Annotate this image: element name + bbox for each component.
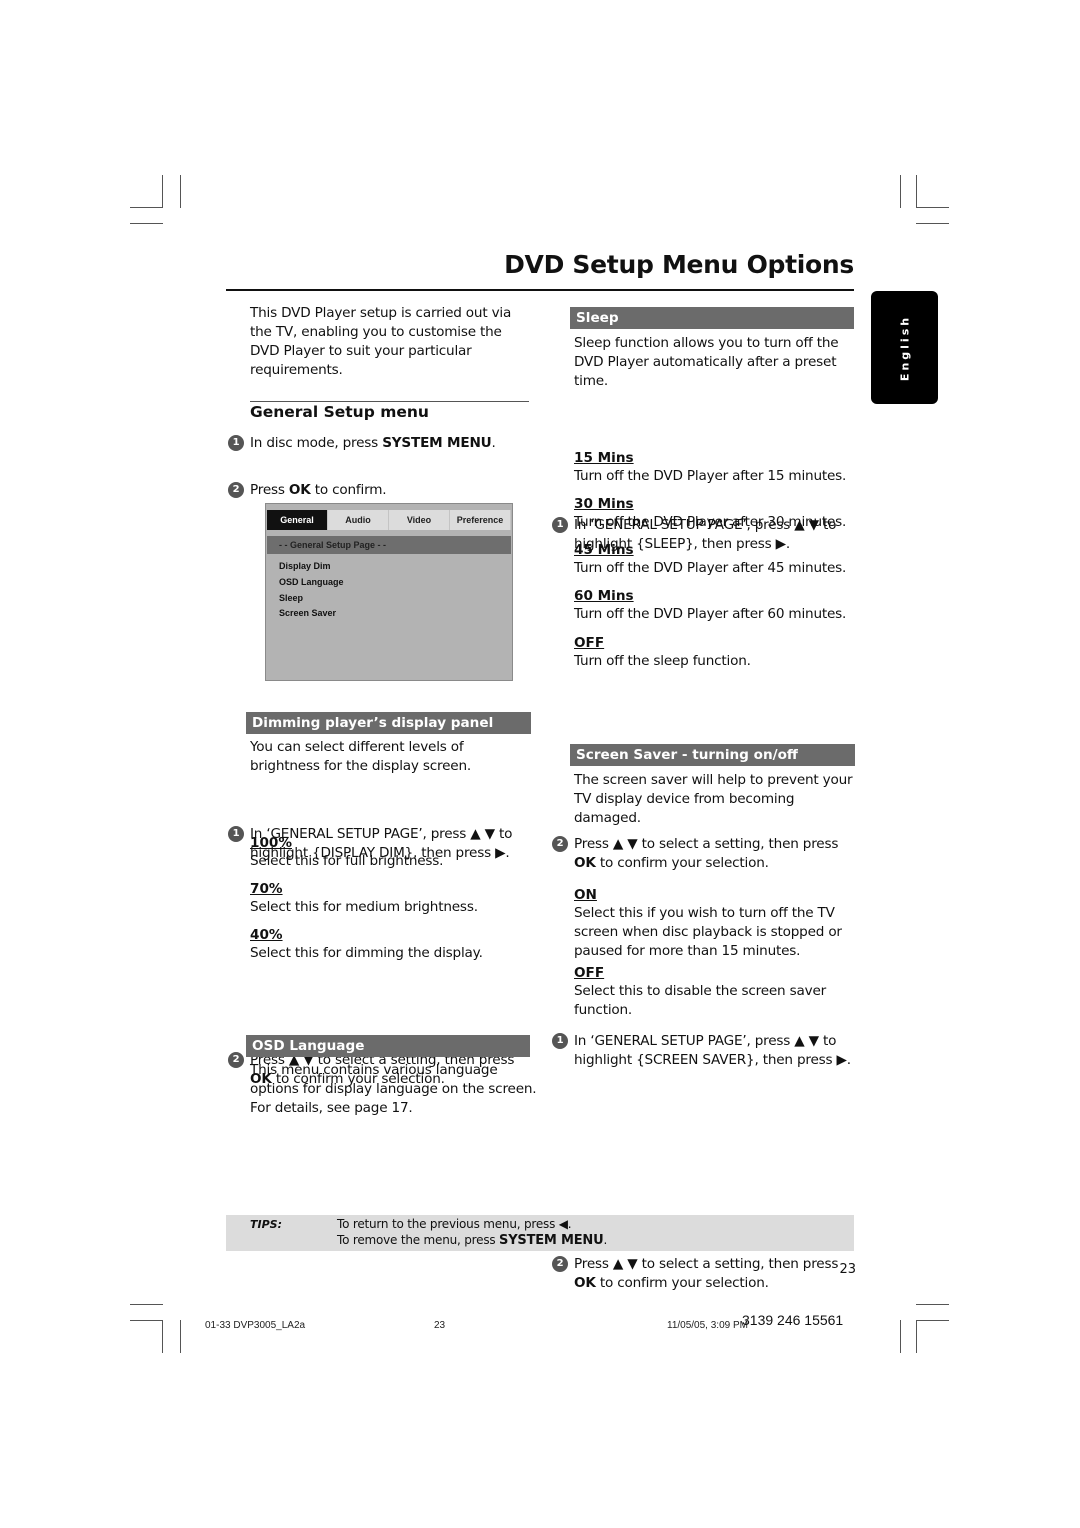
osd-tab-general: General [267,510,328,530]
dimming-option-40: 40% Select this for dimming the display. [250,927,483,961]
crop-mark [130,223,163,224]
title-rule [226,289,854,291]
sleep-option-60: 60 Mins Turn off the DVD Player after 60… [574,588,847,622]
step-number-icon: 1 [228,435,244,451]
step-number-icon: 1 [552,1033,568,1049]
dimming-option-100: 100% Select this for full brightness. [250,835,444,869]
crop-mark [130,1320,163,1321]
sleep-option-30: 30 Mins Turn off the DVD Player after 30… [574,496,847,530]
footer-code: 3139 246 15561 [742,1312,844,1328]
sleep-step-2: 2 Press ▲ ▼ to select a setting, then pr… [552,835,864,873]
dimming-intro: You can select different levels of brigh… [250,739,471,774]
osd-menu-screenshot: General Audio Video Preference - - Gener… [265,503,513,681]
general-setup-step-2: 2 Press OK to confirm. [228,481,530,500]
step-number-icon: 2 [552,1256,568,1272]
intro-text: This DVD Player setup is carried out via… [250,305,512,378]
language-tab-label: English [898,314,911,381]
crop-mark [916,175,917,208]
step-number-icon: 1 [228,826,244,842]
osd-item-screen-saver: Screen Saver [279,608,337,618]
crop-mark [180,1320,181,1353]
crop-mark [130,1304,163,1305]
sleep-intro: Sleep function allows you to turn off th… [574,335,839,389]
osd-language-text: This menu contains various language opti… [250,1062,537,1116]
dimming-heading: Dimming player’s display panel [246,712,531,734]
step-number-icon: 2 [228,482,244,498]
general-setup-step-1: 1 In disc mode, press SYSTEM MENU. [228,434,530,453]
sleep-option-off: OFF Turn off the sleep function. [574,635,751,669]
sleep-option-15: 15 Mins Turn off the DVD Player after 15… [574,450,847,484]
screen-saver-intro: The screen saver will help to prevent yo… [574,772,853,826]
crop-mark [180,175,181,208]
page-number: 23 [839,1262,856,1277]
osd-tab-video: Video [389,510,450,530]
crop-mark [162,175,163,208]
tips-box: TIPS: To return to the previous menu, pr… [226,1215,854,1251]
dimming-option-70: 70% Select this for medium brightness. [250,881,478,915]
step-number-icon: 2 [552,836,568,852]
tips-label: TIPS: [250,1218,282,1231]
step-number-icon: 1 [552,517,568,533]
crop-mark [130,207,163,208]
screen-saver-heading: Screen Saver - turning on/off [570,744,855,766]
footer-datetime: 11/05/05, 3:09 PM [667,1320,748,1331]
crop-mark [900,1320,901,1353]
screen-saver-step-1: 1 In ‘GENERAL SETUP PAGE’, press ▲ ▼ to … [552,1032,864,1070]
tips-line-2: To remove the menu, press SYSTEM MENU. [337,1233,608,1248]
crop-mark [916,207,949,208]
osd-tabs: General Audio Video Preference [267,510,511,530]
screen-saver-option-off: OFF Select this to disable the screen sa… [574,965,827,1018]
crop-mark [900,175,901,208]
crop-mark [916,223,949,224]
section-rule [250,401,529,402]
footer-file: 01-33 DVP3005_LA2a [205,1320,306,1331]
crop-mark [162,1320,163,1353]
page-title: DVD Setup Menu Options [504,250,854,279]
osd-page-header: - - General Setup Page - - [267,536,511,554]
osd-tab-audio: Audio [328,510,389,530]
osd-tab-preference: Preference [450,510,511,530]
footer-page: 23 [434,1320,446,1331]
step-number-icon: 2 [228,1052,244,1068]
osd-language-heading: OSD Language [246,1035,530,1057]
general-setup-heading: General Setup menu [250,403,429,421]
osd-item-sleep: Sleep [279,593,304,603]
sleep-heading: Sleep [570,307,854,329]
tips-line-1: To return to the previous menu, press ◀. [337,1217,572,1231]
crop-mark [916,1304,949,1305]
screen-saver-option-on: ON Select this if you wish to turn off t… [574,887,842,959]
sleep-option-45: 45 Mins Turn off the DVD Player after 45… [574,542,847,576]
crop-mark [916,1320,949,1321]
crop-mark [916,1320,917,1353]
osd-item-osd-language: OSD Language [279,577,344,587]
language-tab: English [871,291,938,404]
osd-item-display-dim: Display Dim [279,561,331,571]
